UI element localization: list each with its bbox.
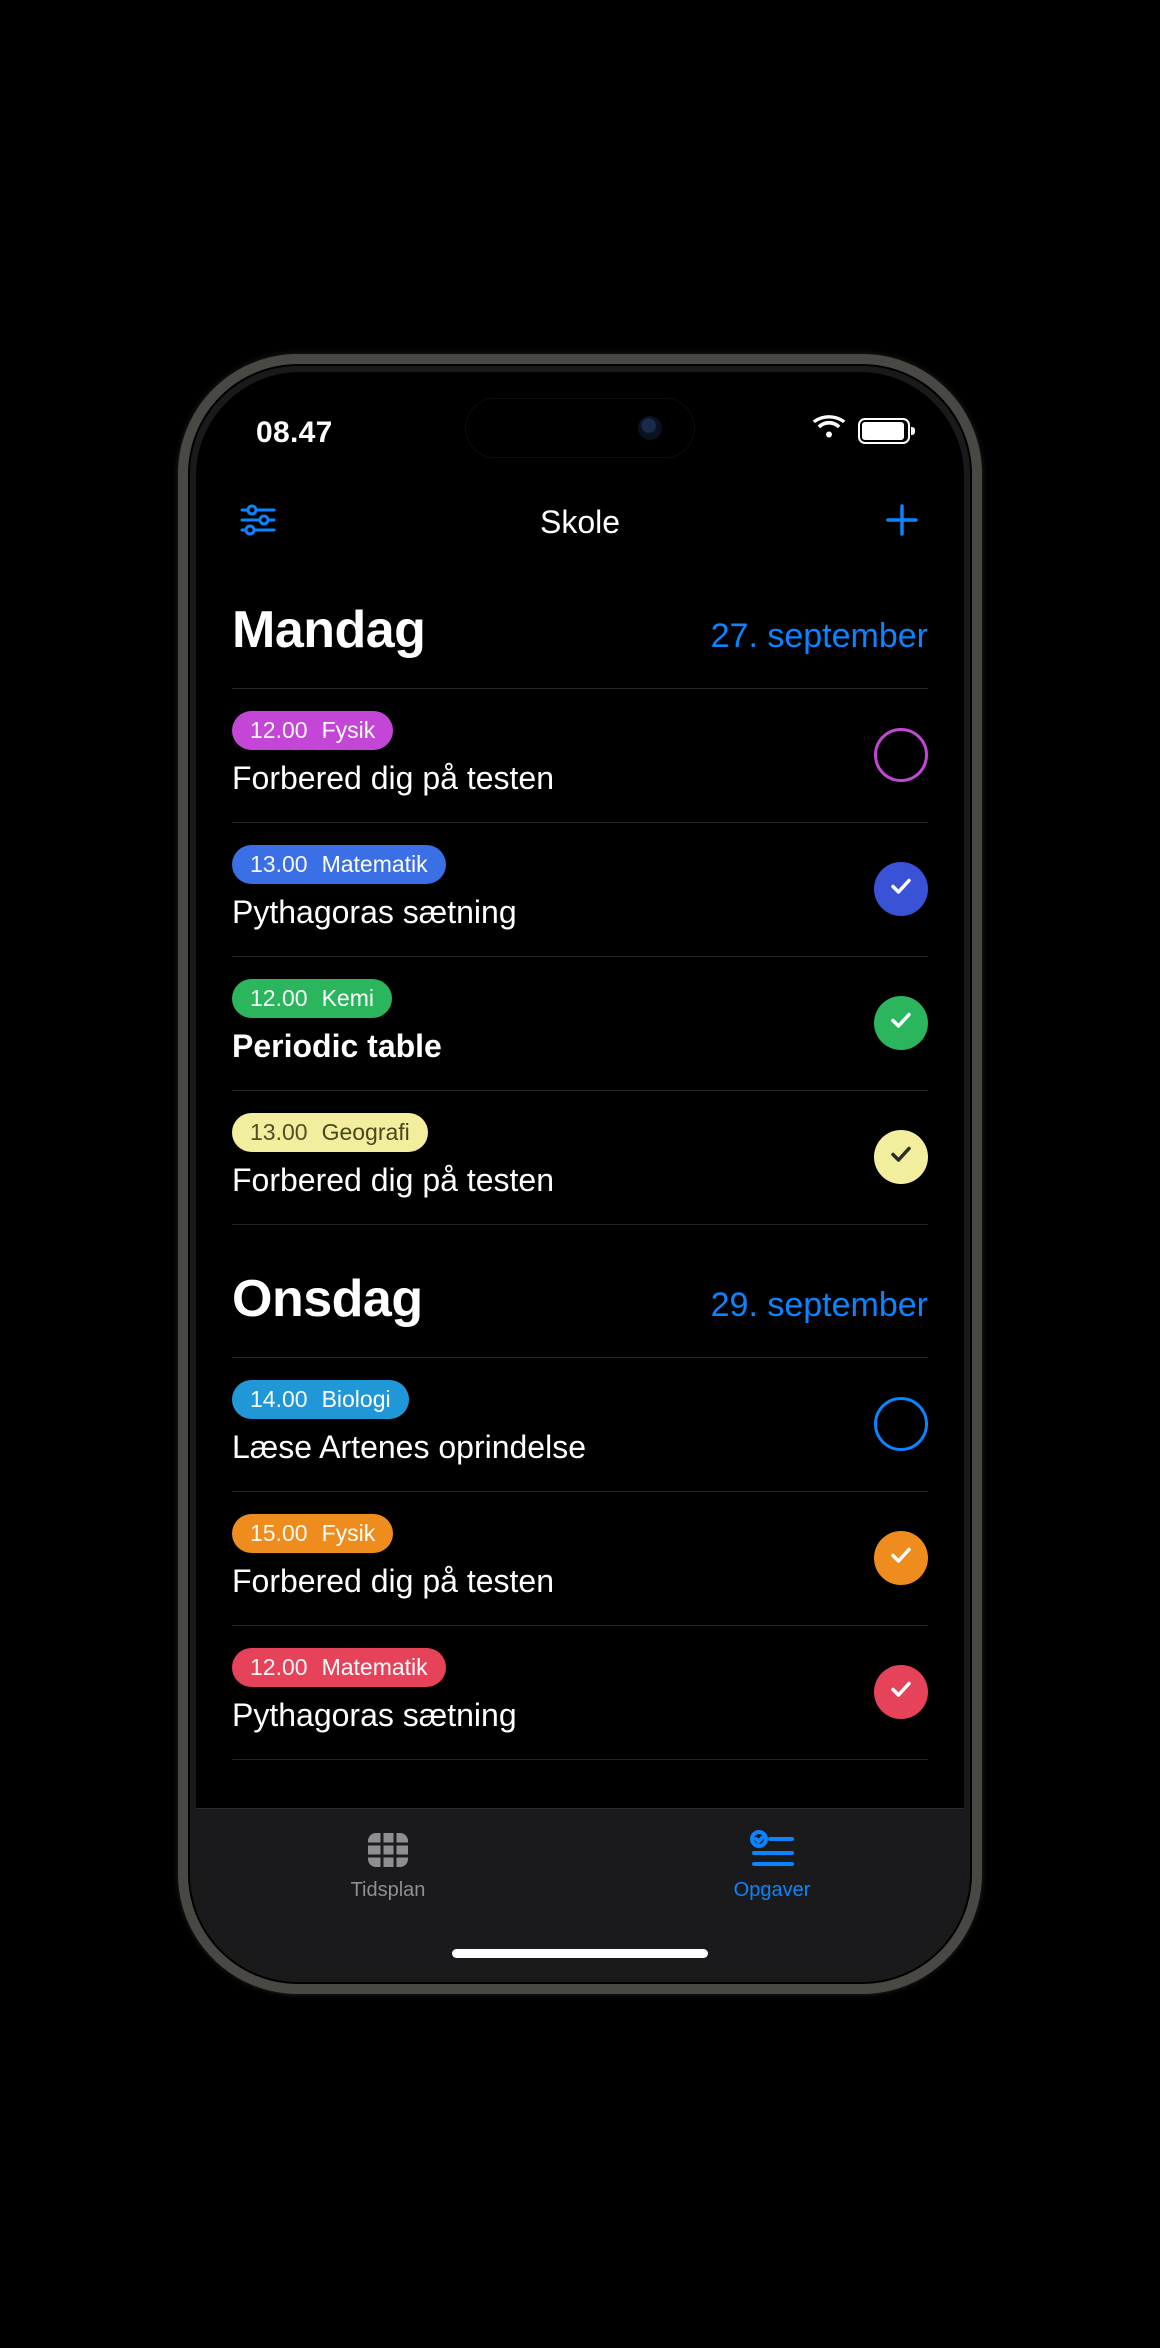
task-subject: Biologi — [322, 1384, 391, 1415]
task-title: Forbered dig på testen — [232, 758, 554, 798]
phone-frame: 08.47 Skole — [178, 354, 982, 1994]
add-button[interactable] — [876, 496, 928, 548]
task-subject: Matematik — [322, 1652, 428, 1683]
nav-bar: Skole — [196, 480, 964, 564]
task-time: 14.00 — [250, 1384, 308, 1415]
sliders-icon — [238, 500, 278, 545]
task-title: Pythagoras sætning — [232, 1695, 517, 1735]
task-time: 12.00 — [250, 983, 308, 1014]
task-main: 12.00 Fysik Forbered dig på testen — [232, 711, 554, 798]
divider — [232, 1759, 928, 1760]
task-row[interactable]: 12.00 Matematik Pythagoras sætning — [232, 1626, 928, 1759]
subject-pill: 13.00 Matematik — [232, 845, 446, 884]
subject-pill: 12.00 Kemi — [232, 979, 392, 1018]
status-time: 08.47 — [256, 416, 333, 450]
task-title: Læse Artenes oprindelse — [232, 1427, 586, 1467]
grid-icon — [360, 1827, 416, 1873]
task-title: Forbered dig på testen — [232, 1160, 554, 1200]
check-icon — [887, 1541, 915, 1574]
filter-button[interactable] — [232, 496, 284, 548]
subject-pill: 15.00 Fysik — [232, 1514, 393, 1553]
task-list[interactable]: Mandag 27. september 12.00 Fysik Forbered di… — [196, 564, 964, 1806]
day-date[interactable]: 29. september — [711, 1286, 928, 1325]
task-time: 15.00 — [250, 1518, 308, 1549]
volume-up-button — [178, 770, 184, 888]
subject-pill: 12.00 Matematik — [232, 1648, 446, 1687]
day-date[interactable]: 27. september — [711, 617, 928, 656]
checklist-icon — [744, 1827, 800, 1873]
task-title: Forbered dig på testen — [232, 1561, 554, 1601]
task-time: 12.00 — [250, 715, 308, 746]
task-main: 15.00 Fysik Forbered dig på testen — [232, 1514, 554, 1601]
task-main: 14.00 Biologi Læse Artenes oprindelse — [232, 1380, 586, 1467]
task-checkbox[interactable] — [874, 996, 928, 1050]
task-row[interactable]: 15.00 Fysik Forbered dig på testen — [232, 1492, 928, 1625]
task-row[interactable]: 13.00 Geografi Forbered dig på testen — [232, 1091, 928, 1224]
day-name: Onsdag — [232, 1269, 423, 1329]
task-main: 12.00 Matematik Pythagoras sætning — [232, 1648, 517, 1735]
task-checkbox[interactable] — [874, 1130, 928, 1184]
task-checkbox[interactable] — [874, 1531, 928, 1585]
battery-icon — [858, 418, 910, 444]
task-checkbox[interactable] — [874, 1397, 928, 1451]
front-camera — [638, 416, 662, 440]
nav-title: Skole — [540, 504, 620, 541]
task-time: 13.00 — [250, 849, 308, 880]
wifi-icon — [812, 414, 846, 448]
plus-icon — [882, 500, 922, 545]
task-time: 12.00 — [250, 1652, 308, 1683]
task-main: 13.00 Matematik Pythagoras sætning — [232, 845, 517, 932]
task-subject: Fysik — [322, 1518, 376, 1549]
tab-label: Tidsplan — [351, 1879, 426, 1902]
task-row[interactable]: 12.00 Kemi Periodic table — [232, 957, 928, 1090]
tab-label: Opgaver — [734, 1879, 811, 1902]
task-main: 13.00 Geografi Forbered dig på testen — [232, 1113, 554, 1200]
task-row[interactable]: 14.00 Biologi Læse Artenes oprindelse — [232, 1358, 928, 1491]
home-indicator[interactable] — [452, 1949, 708, 1958]
check-icon — [887, 1006, 915, 1039]
task-title: Pythagoras sætning — [232, 892, 517, 932]
day-name: Mandag — [232, 600, 425, 660]
section-header: Onsdag 29. september — [232, 1225, 928, 1357]
task-subject: Fysik — [322, 715, 376, 746]
task-row[interactable]: 12.00 Fysik Forbered dig på testen — [232, 689, 928, 822]
subject-pill: 13.00 Geografi — [232, 1113, 428, 1152]
task-subject: Kemi — [322, 983, 374, 1014]
task-subject: Matematik — [322, 849, 428, 880]
subject-pill: 12.00 Fysik — [232, 711, 393, 750]
check-icon — [887, 1675, 915, 1708]
task-title: Periodic table — [232, 1026, 442, 1066]
volume-down-button — [178, 920, 184, 1038]
screen: 08.47 Skole — [196, 372, 964, 1976]
power-button — [976, 814, 982, 1014]
mute-switch — [178, 650, 184, 714]
task-subject: Geografi — [322, 1117, 410, 1148]
check-icon — [887, 1140, 915, 1173]
check-icon — [887, 872, 915, 905]
task-row[interactable]: 13.00 Matematik Pythagoras sætning — [232, 823, 928, 956]
task-time: 13.00 — [250, 1117, 308, 1148]
task-checkbox[interactable] — [874, 1665, 928, 1719]
section-header: Mandag 27. september — [232, 564, 928, 688]
task-checkbox[interactable] — [874, 728, 928, 782]
task-checkbox[interactable] — [874, 862, 928, 916]
task-main: 12.00 Kemi Periodic table — [232, 979, 442, 1066]
subject-pill: 14.00 Biologi — [232, 1380, 409, 1419]
